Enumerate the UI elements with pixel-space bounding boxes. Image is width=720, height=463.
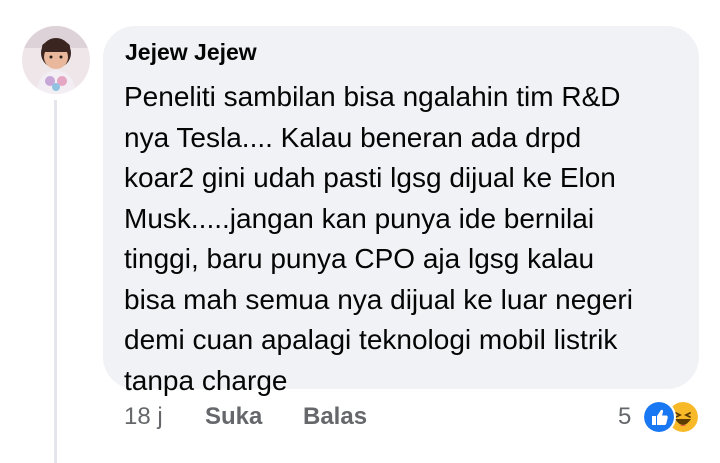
comment-timestamp[interactable]: 18 j: [124, 403, 163, 431]
reply-thread-line: [54, 100, 57, 463]
profile-photo-icon: [22, 26, 90, 94]
comment-line: demi cuan apalagi teknologi mobil listri…: [124, 324, 618, 355]
reaction-summary[interactable]: [642, 400, 702, 434]
comment-view: Jejew Jejew Peneliti sambilan bisa ngala…: [0, 0, 720, 463]
comment-line: Musk.....jangan kan punya ide bernilai: [124, 202, 595, 234]
comment-line: tanpa charge: [124, 364, 288, 396]
comment-line: tinggi, baru punya CPO aja lgsg kalau: [124, 243, 595, 274]
comment-line: bisa mah semua nya dijual ke luar negeri: [124, 283, 633, 315]
comment-line: koar2 gini udah pasti lgsg dijual ke Elo…: [124, 162, 616, 193]
comment-text: Peneliti sambilan bisa ngalahin tim R&D …: [124, 77, 696, 401]
reply-button[interactable]: Balas: [303, 403, 367, 431]
like-icon: [642, 400, 676, 434]
author-name[interactable]: Jejew Jejew: [125, 39, 257, 66]
comment-line: nya Tesla.... Kalau beneran ada drpd: [124, 121, 582, 153]
reaction-count[interactable]: 5: [618, 403, 631, 431]
comment-line: Peneliti sambilan bisa ngalahin tim R&D: [124, 81, 621, 112]
like-button[interactable]: Suka: [205, 403, 262, 431]
avatar[interactable]: [22, 26, 90, 94]
